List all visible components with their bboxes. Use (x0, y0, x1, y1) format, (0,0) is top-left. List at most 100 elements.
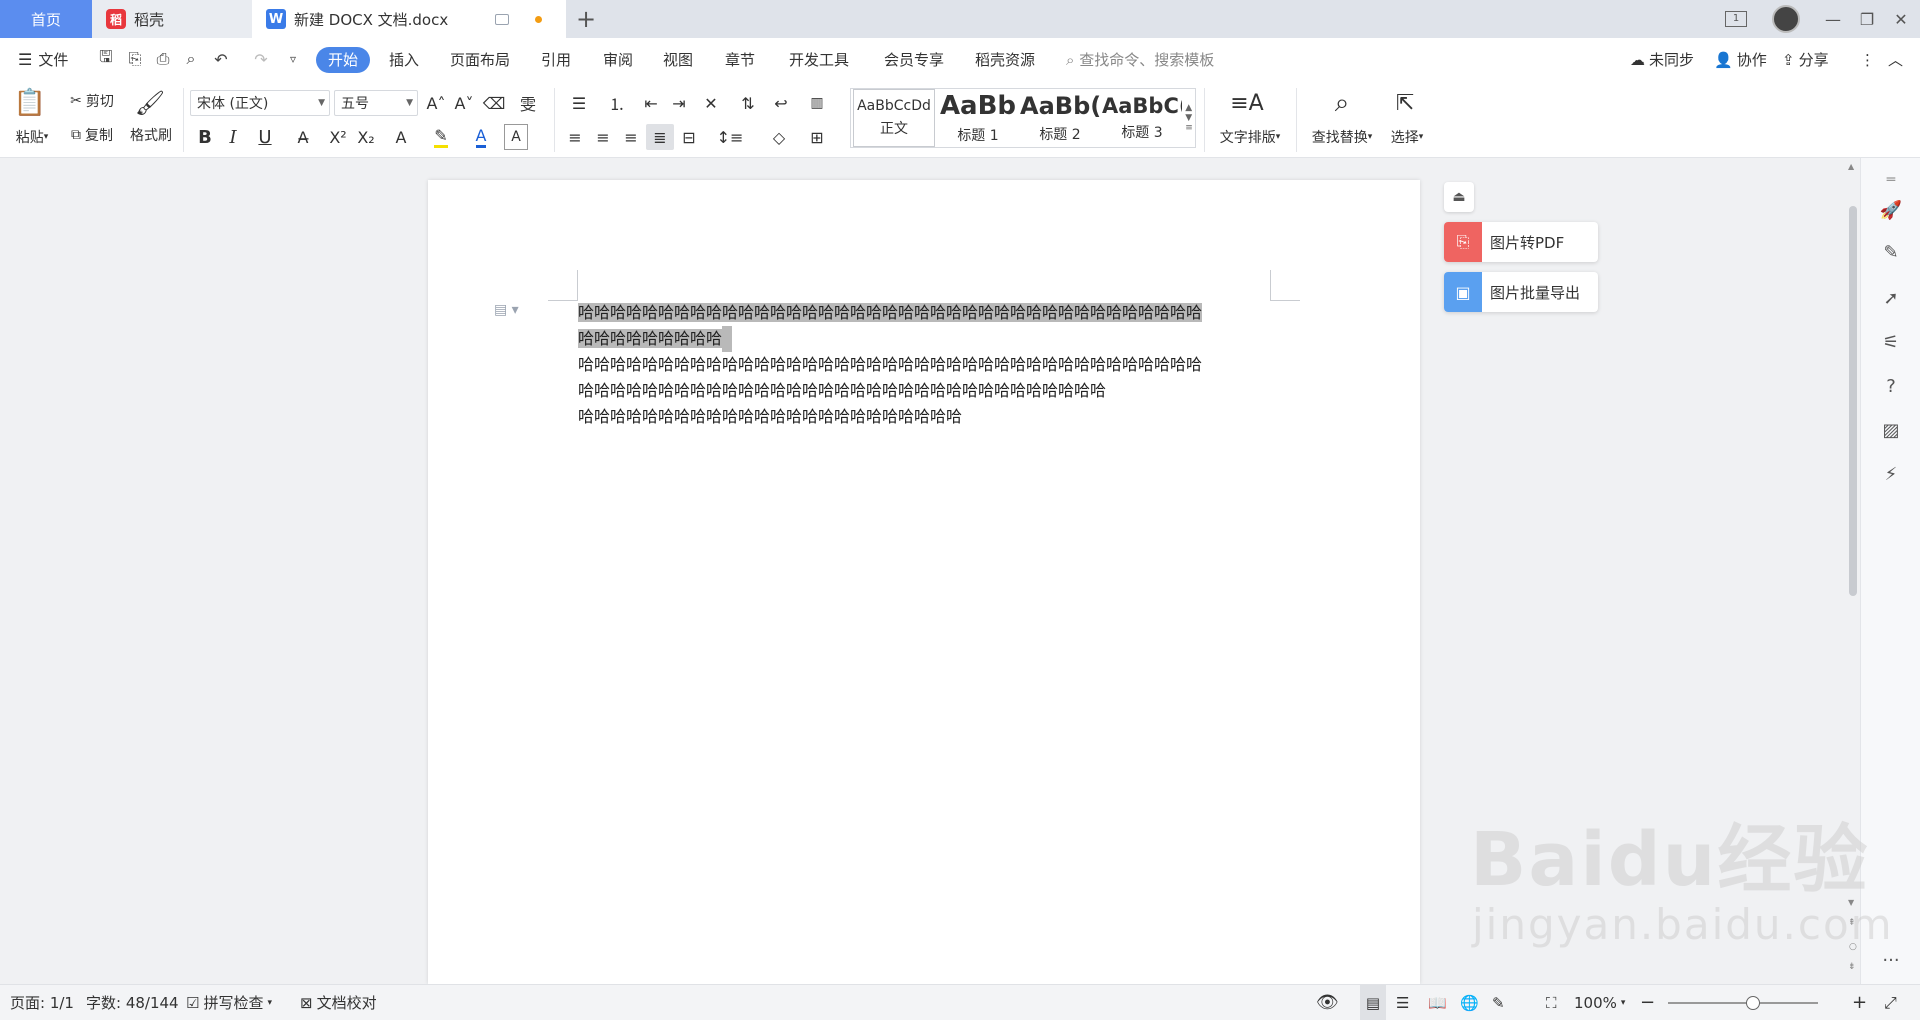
collaborate-button[interactable]: 👤 协作 (1714, 47, 1767, 73)
cut-button[interactable]: ✂ 剪切 (62, 88, 122, 114)
sort-icon[interactable]: ⇅ (736, 90, 760, 116)
collapse-ribbon-icon[interactable]: ︿ (1888, 47, 1903, 73)
paragraph-handle-icon[interactable]: ▤ ▾ (494, 302, 519, 318)
document-line[interactable]: 哈哈哈哈哈哈哈哈哈哈哈哈哈哈哈哈哈哈哈哈哈哈哈哈 (578, 404, 962, 430)
tab-daoke[interactable]: 稻 稻壳 (92, 0, 252, 38)
underline-button[interactable]: U (250, 124, 280, 150)
pen-icon[interactable]: ✎ (1879, 240, 1903, 264)
bullet-list-icon[interactable]: ☰ (562, 90, 596, 116)
document-line[interactable]: 哈哈哈哈哈哈哈哈哈哈哈哈哈哈哈哈哈哈哈哈哈哈哈哈哈哈哈哈哈哈哈哈哈 (578, 378, 1106, 404)
scrollbar-thumb[interactable] (1849, 206, 1857, 596)
find-replace-button[interactable]: 查找替换 ▾ (1304, 124, 1380, 150)
tab-home[interactable]: 首页 (0, 0, 92, 38)
tab-developer[interactable]: 开发工具 (789, 47, 849, 73)
page-view-icon[interactable]: ▤ (1360, 985, 1386, 1020)
cursor-icon[interactable]: ⇱ (1388, 86, 1422, 120)
export-pdf-icon[interactable]: ⎘ (124, 48, 146, 70)
clear-format-icon[interactable]: ⌫ (482, 90, 506, 116)
increase-indent-icon[interactable]: ⇥ (666, 90, 692, 116)
document-line[interactable]: 哈哈哈哈哈哈哈哈哈哈哈哈哈哈哈哈哈哈哈哈哈哈哈哈哈哈哈哈哈哈哈哈哈哈哈哈哈哈哈 (578, 352, 1202, 378)
brush-icon[interactable]: 🖌 (128, 86, 172, 120)
zoom-out-icon[interactable]: − (1640, 985, 1655, 1020)
help-icon[interactable]: ? (1879, 374, 1903, 398)
format-painter-button[interactable]: 格式刷 (124, 122, 178, 148)
pinyin-icon[interactable]: 雯 (510, 90, 546, 116)
eye-protection-icon[interactable]: 👁 (1316, 985, 1339, 1020)
monitor-icon[interactable] (495, 13, 509, 25)
sync-button[interactable]: ☁ 未同步 (1630, 47, 1694, 73)
fit-page-icon[interactable]: ⛶ (1546, 985, 1557, 1020)
tab-page-layout[interactable]: 页面布局 (450, 47, 510, 73)
tab-document[interactable]: W 新建 DOCX 文档.docx (252, 0, 566, 38)
style-gallery-scroll[interactable]: ▲ ▼ ≡ (1183, 91, 1195, 145)
highlight-icon[interactable]: ✎ (424, 124, 458, 150)
zoom-slider-thumb[interactable] (1746, 996, 1760, 1010)
chinese-layout-icon[interactable]: ✕ (694, 90, 728, 116)
doc-proof-button[interactable]: ⊠ 文档校对 (300, 985, 377, 1020)
document-line[interactable]: 哈哈哈哈哈哈哈哈哈 (578, 326, 733, 352)
sidebar-handle-icon[interactable]: ═ (1879, 168, 1903, 192)
char-border-icon[interactable]: A (504, 124, 528, 150)
zoom-slider[interactable] (1668, 1002, 1818, 1004)
show-marks-icon[interactable]: ↩ (764, 90, 798, 116)
font-color-icon[interactable]: A (464, 124, 498, 150)
sliders-icon[interactable]: ⚟ (1879, 330, 1903, 354)
redo-icon[interactable]: ↷ (250, 48, 272, 70)
style-normal[interactable]: AaBbCcDd 正文 (853, 89, 935, 147)
outline-view-icon[interactable]: ☰ (1396, 985, 1409, 1020)
document-line[interactable]: 哈哈哈哈哈哈哈哈哈哈哈哈哈哈哈哈哈哈哈哈哈哈哈哈哈哈哈哈哈哈哈哈哈哈哈哈哈哈哈 (578, 300, 1203, 326)
close-button[interactable]: ✕ (1884, 0, 1918, 38)
align-center-icon[interactable]: ≡ (590, 124, 616, 150)
magnifier-icon[interactable]: ⌕ (1322, 86, 1362, 120)
zoom-select[interactable]: 100% ▾ (1574, 985, 1625, 1020)
tab-review[interactable]: 审阅 (603, 47, 633, 73)
align-left-icon[interactable]: ≡ (562, 124, 588, 150)
select-button[interactable]: 选择 ▾ (1384, 124, 1430, 150)
grow-font-icon[interactable]: A˄ (424, 90, 448, 116)
more-icon[interactable]: ⋮ (1860, 47, 1875, 73)
write-view-icon[interactable]: ✎ (1492, 985, 1505, 1020)
paste-icon[interactable]: 📋 (10, 86, 50, 120)
word-count[interactable]: 字数: 48/144 (86, 985, 179, 1020)
rocket-icon[interactable]: 🚀 (1879, 198, 1903, 222)
page-indicator[interactable]: 页面: 1/1 (10, 985, 74, 1020)
justify-icon[interactable]: ≣ (646, 124, 674, 150)
tab-references[interactable]: 引用 (541, 47, 571, 73)
print-icon[interactable]: ⎙ (152, 48, 174, 70)
align-right-icon[interactable]: ≡ (618, 124, 644, 150)
font-name-select[interactable]: 宋体 (正文) ▼ (190, 90, 330, 116)
reading-view-icon[interactable]: 📖 (1428, 985, 1447, 1020)
strikethrough-icon[interactable]: A̶ (288, 124, 318, 150)
zoom-in-icon[interactable]: + (1852, 985, 1867, 1020)
next-page-icon[interactable]: ⇟ (1848, 962, 1856, 972)
quick-access-dropdown-icon[interactable]: ▿ (282, 48, 304, 70)
style-heading3[interactable]: AaBbC( 标题 3 (1101, 89, 1183, 147)
minimize-button[interactable]: — (1816, 0, 1850, 38)
print-preview-icon[interactable]: ⌕ (180, 48, 202, 70)
share-button[interactable]: ⇪ 分享 (1782, 47, 1829, 73)
new-tab-button[interactable]: + (566, 0, 606, 38)
tab-view[interactable]: 视图 (663, 47, 693, 73)
undo-icon[interactable]: ↶ (210, 48, 232, 70)
italic-button[interactable]: I (222, 124, 244, 150)
table-tab-icon[interactable]: ▥ (804, 90, 830, 116)
decrease-indent-icon[interactable]: ⇤ (638, 90, 664, 116)
spell-check-button[interactable]: ☑ 拼写检查 ▾ (186, 985, 272, 1020)
tab-member[interactable]: 会员专享 (884, 47, 944, 73)
subscript-icon[interactable]: X₂ (354, 124, 378, 150)
style-heading1[interactable]: AaBb 标题 1 (937, 89, 1019, 147)
distribute-icon[interactable]: ⊟ (676, 124, 702, 150)
tab-start[interactable]: 开始 (316, 47, 371, 73)
file-menu[interactable]: ☰ 文件 (18, 47, 68, 73)
borders-icon[interactable]: ⊞ (800, 124, 834, 150)
lightning-icon[interactable]: ⚡ (1879, 462, 1903, 486)
shrink-font-icon[interactable]: A˅ (452, 90, 476, 116)
scroll-up-icon[interactable]: ▲ (1848, 162, 1854, 171)
superscript-icon[interactable]: X² (326, 124, 350, 150)
avatar[interactable] (1766, 0, 1806, 38)
restore-button[interactable]: ❐ (1850, 0, 1884, 38)
fullscreen-icon[interactable]: ⤢ (1884, 985, 1897, 1020)
paste-button[interactable]: 粘贴 ▾ (10, 122, 54, 152)
image-tools-icon[interactable]: ▨ (1879, 418, 1903, 442)
font-size-select[interactable]: 五号 ▼ (334, 90, 418, 116)
